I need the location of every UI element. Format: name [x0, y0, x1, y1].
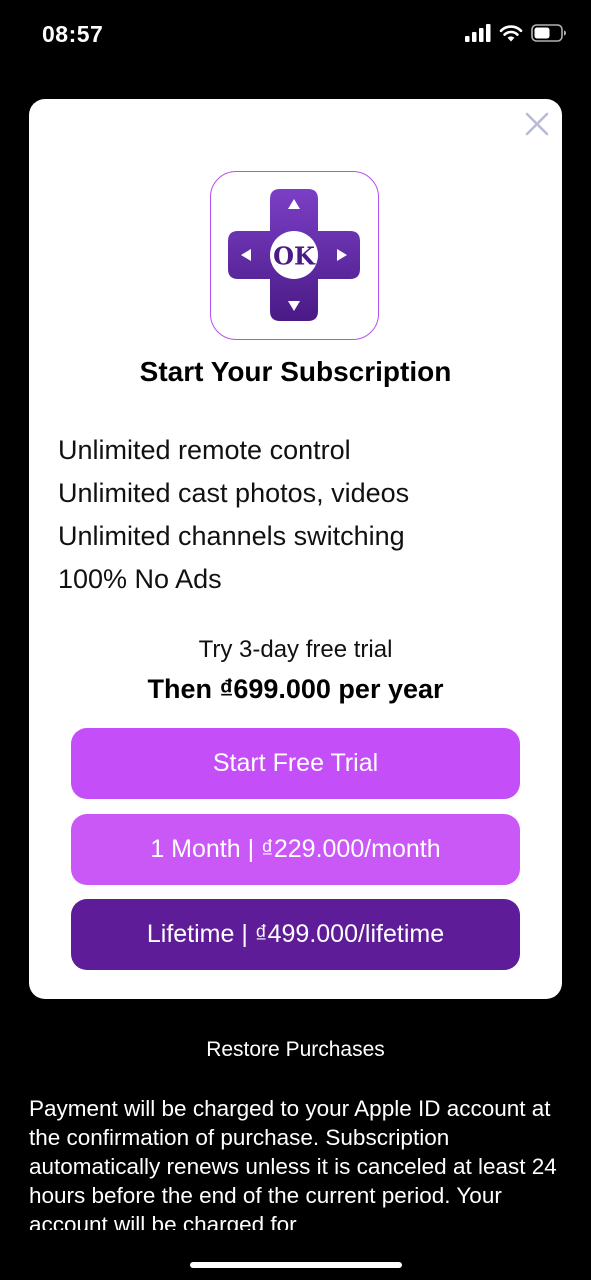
lifetime-plan-button[interactable]: Lifetime | ₫499.000/lifetime [71, 899, 520, 970]
remote-dpad-icon: OK [228, 189, 360, 321]
monthly-plan-button[interactable]: 1 Month | ₫229.000/month [71, 814, 520, 885]
legal-text: Payment will be charged to your Apple ID… [29, 1096, 557, 1230]
feature-item: 100% No Ads [58, 564, 222, 594]
restore-purchases-link[interactable]: Restore Purchases [0, 1038, 591, 1062]
status-time: 08:57 [42, 21, 104, 47]
status-icons [465, 24, 567, 42]
feature-item: Unlimited channels switching [58, 521, 405, 551]
feature-item: Unlimited cast photos, videos [58, 478, 410, 508]
price-text: Then ₫699.000 per year [147, 674, 444, 704]
subscription-card: OK Start Your Subscription Unlimited rem… [29, 99, 562, 999]
feature-item: Unlimited remote control [58, 435, 351, 465]
wifi-icon [499, 25, 523, 42]
trial-text: Try 3-day free trial [198, 636, 393, 663]
feature-list: Unlimited remote control Unlimited cast … [58, 429, 409, 601]
cellular-signal-icon [465, 24, 491, 42]
app-logo: OK [210, 171, 379, 340]
close-icon[interactable] [522, 109, 552, 139]
ok-label: OK [273, 242, 316, 271]
battery-icon [531, 24, 566, 42]
home-indicator[interactable] [190, 1262, 402, 1268]
start-free-trial-button[interactable]: Start Free Trial [71, 728, 520, 799]
screen: 08:57 OK Start Your Subscription Unlimit… [0, 0, 591, 1280]
page-title: Start Your Subscription [139, 356, 452, 387]
